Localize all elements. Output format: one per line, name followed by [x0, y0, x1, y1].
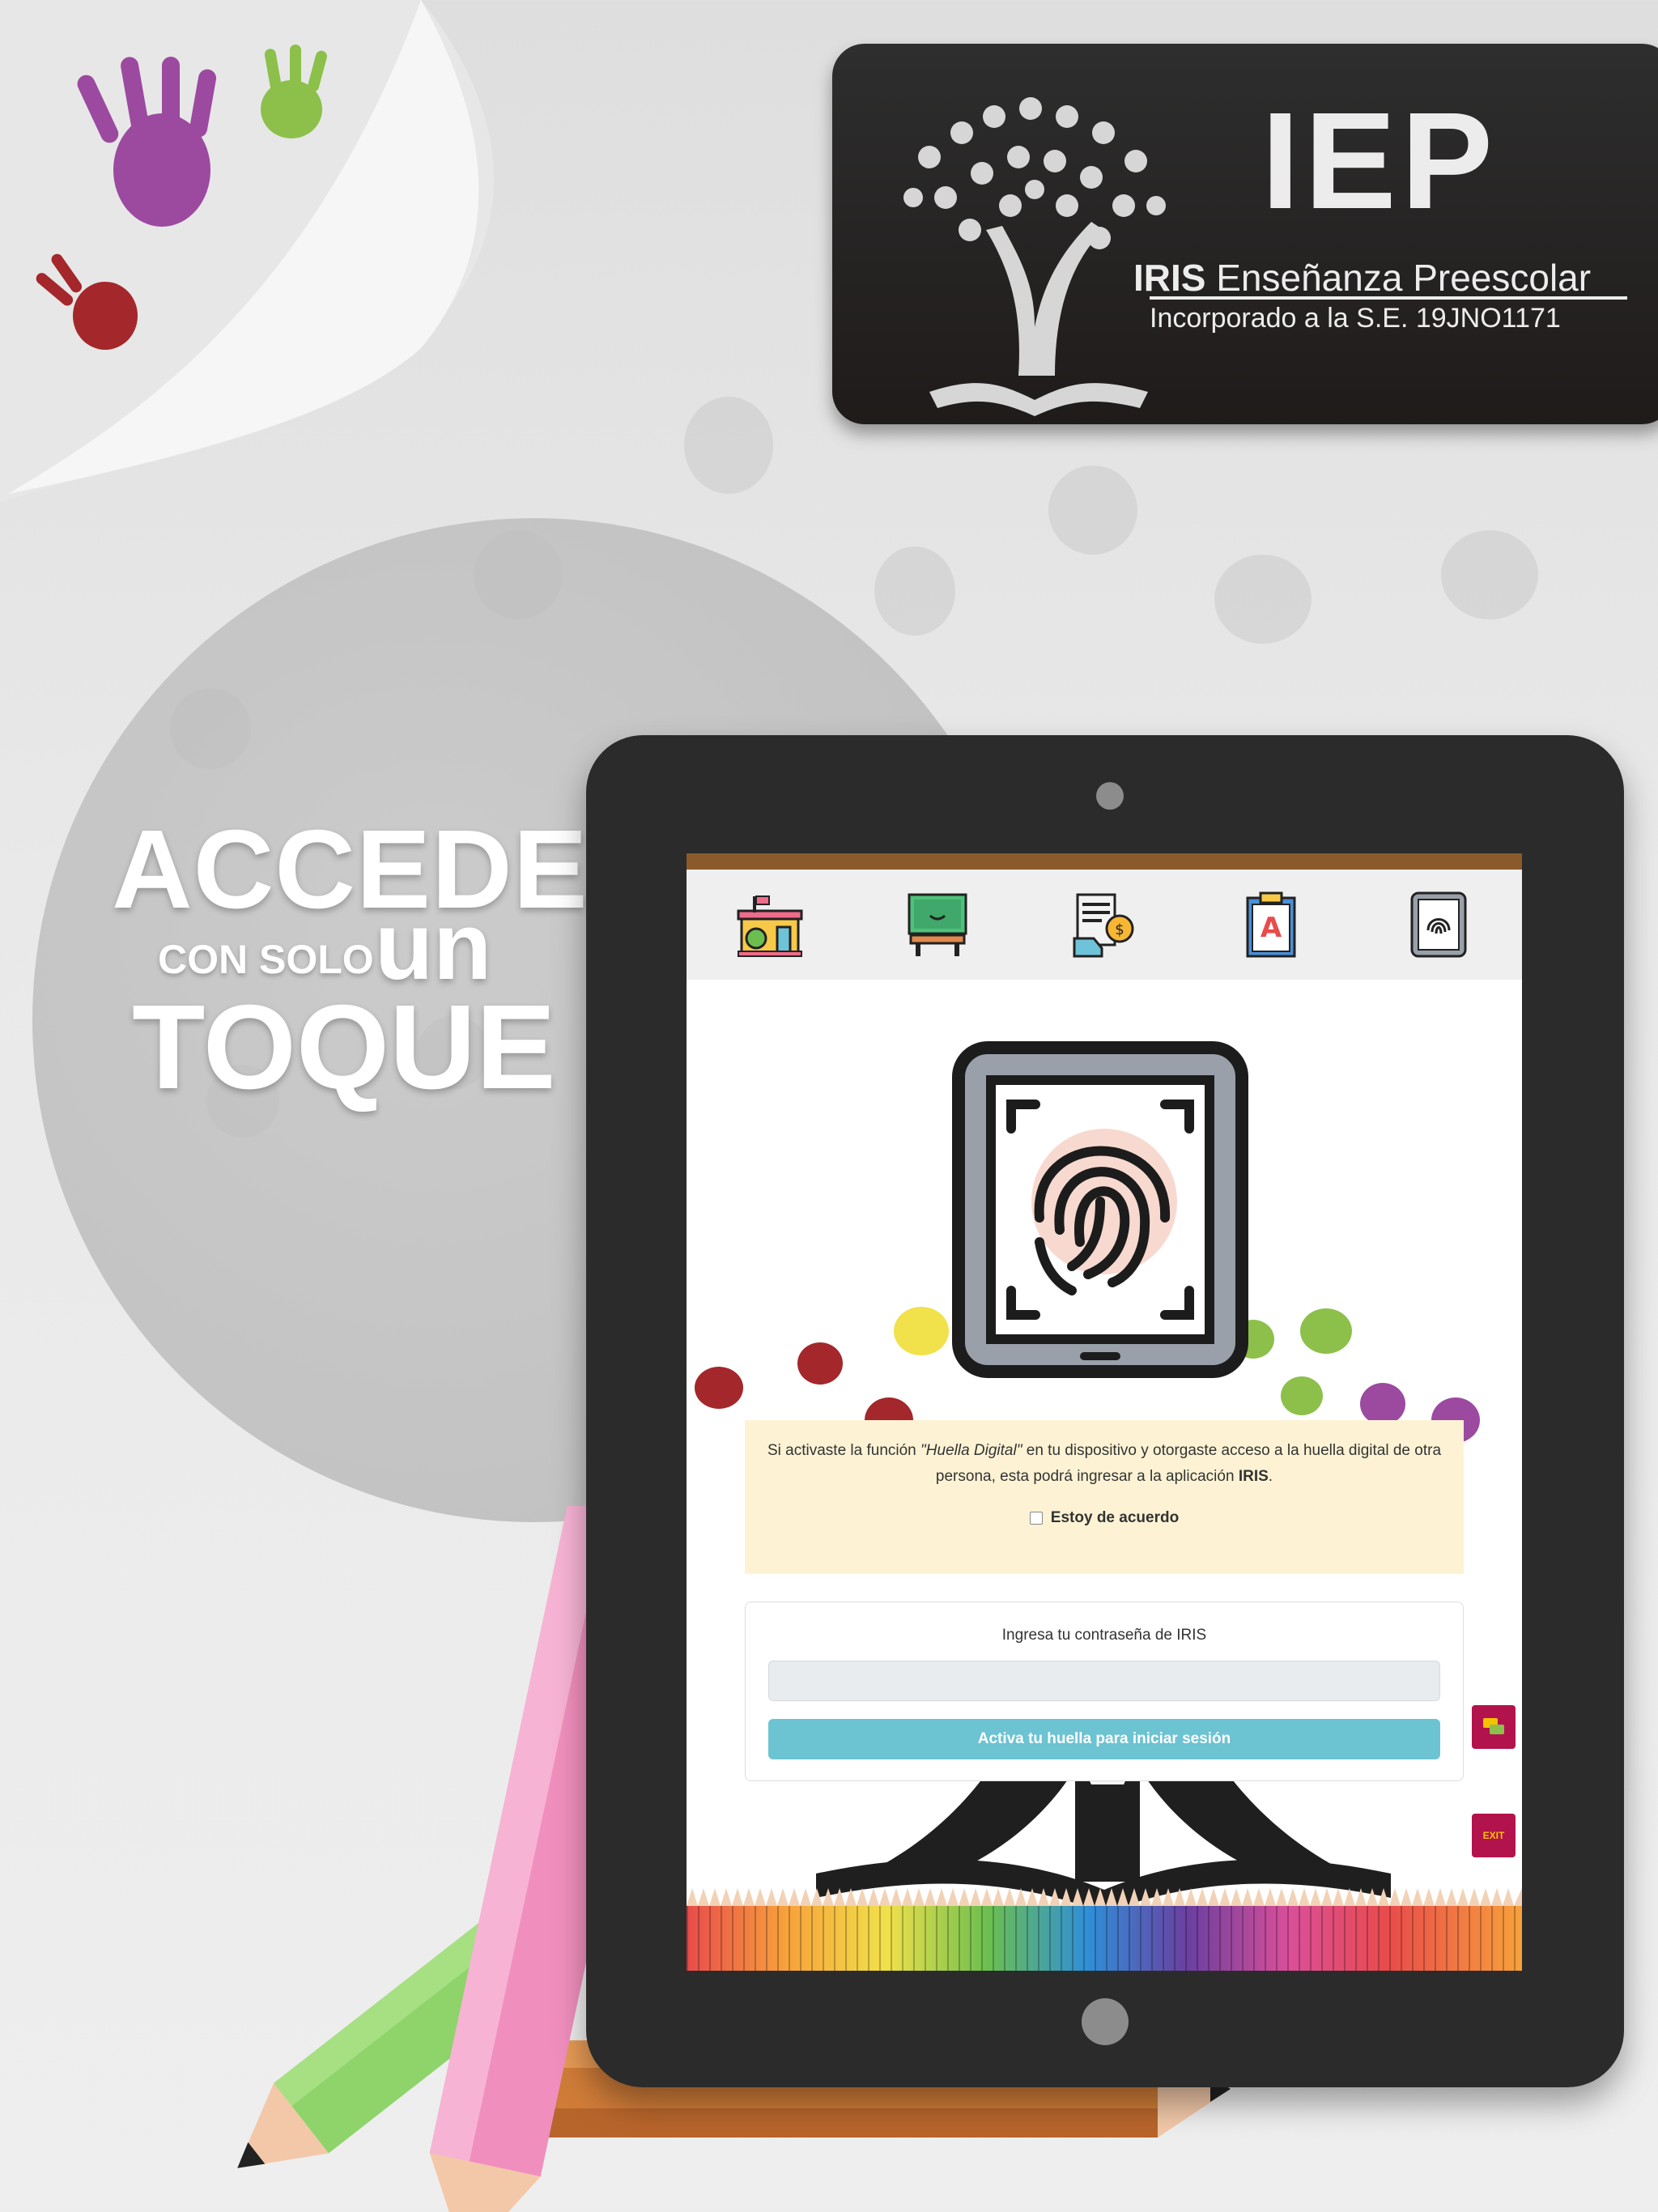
password-input[interactable] [768, 1661, 1440, 1701]
agree-checkbox[interactable] [1029, 1511, 1043, 1525]
logo-name-rest: Enseñanza Preescolar [1205, 257, 1592, 299]
svg-text:A: A [1261, 912, 1282, 944]
fingerprint-notice: Si activaste la función "Huella Digital"… [745, 1420, 1464, 1574]
tablet-home-button[interactable] [1082, 1998, 1129, 2045]
nav-fingerprint[interactable] [1402, 888, 1475, 961]
logo-school-name: IRIS Enseñanza Preescolar [1133, 256, 1591, 300]
nav-school[interactable] [733, 888, 806, 961]
app-nav-bar: $ A [687, 870, 1522, 980]
nav-grades[interactable]: A [1235, 888, 1307, 961]
tablet-camera [1096, 782, 1124, 810]
notice-app-name: IRIS [1238, 1468, 1269, 1486]
agree-checkbox-label[interactable]: Estoy de acuerdo [761, 1505, 1448, 1531]
headline-accede: ACCEDE [112, 807, 589, 932]
payment-receipt-icon: $ [1073, 893, 1134, 958]
school-icon [737, 895, 803, 957]
logo-divider [1150, 296, 1627, 300]
password-label: Ingresa tu contraseña de IRIS [1001, 1627, 1207, 1644]
logo-acronym: IEP [1261, 84, 1499, 238]
headline-toque: TOQUE [132, 981, 556, 1114]
nav-classroom[interactable] [901, 888, 974, 961]
notice-text-3: . [1268, 1468, 1273, 1486]
hand-tree-logo-icon [903, 97, 1166, 416]
activate-fingerprint-button[interactable]: Activa tu huella para iniciar sesión [768, 1719, 1440, 1759]
nav-payments[interactable]: $ [1068, 888, 1141, 961]
colored-pencils-strip [687, 1888, 1522, 1971]
headline-con-solo: CON SOLO [158, 937, 374, 982]
fingerprint-scanner-icon [952, 1041, 1248, 1378]
grades-clipboard-icon: A [1246, 891, 1296, 958]
logo-incorporation: Incorporado a la S.E. 19JNO1171 [1150, 303, 1561, 334]
agree-label-text: Estoy de acuerdo [1050, 1508, 1180, 1526]
exit-label: EXIT [1482, 1830, 1505, 1841]
notice-feature-name: "Huella Digital" [920, 1442, 1022, 1459]
notice-text-1: Si activaste la función [767, 1442, 921, 1459]
fingerprint-icon [1410, 891, 1467, 958]
login-card: Ingresa tu contraseña de IRIS Activa tu … [745, 1602, 1464, 1781]
app-top-bar [687, 853, 1522, 870]
chat-icon [1483, 1718, 1504, 1734]
school-logo-panel: IEP IRIS Enseñanza Preescolar Incorporad… [832, 44, 1658, 424]
app-screen: $ A Si activaste la función "Huella Digi… [687, 853, 1522, 1971]
classroom-board-icon [908, 893, 967, 956]
svg-text:$: $ [1115, 921, 1124, 938]
exit-button[interactable]: EXIT [1472, 1814, 1516, 1857]
chat-button[interactable] [1472, 1705, 1516, 1749]
logo-name-bold: IRIS [1133, 257, 1206, 299]
corner-curl-handprints [0, 0, 494, 502]
